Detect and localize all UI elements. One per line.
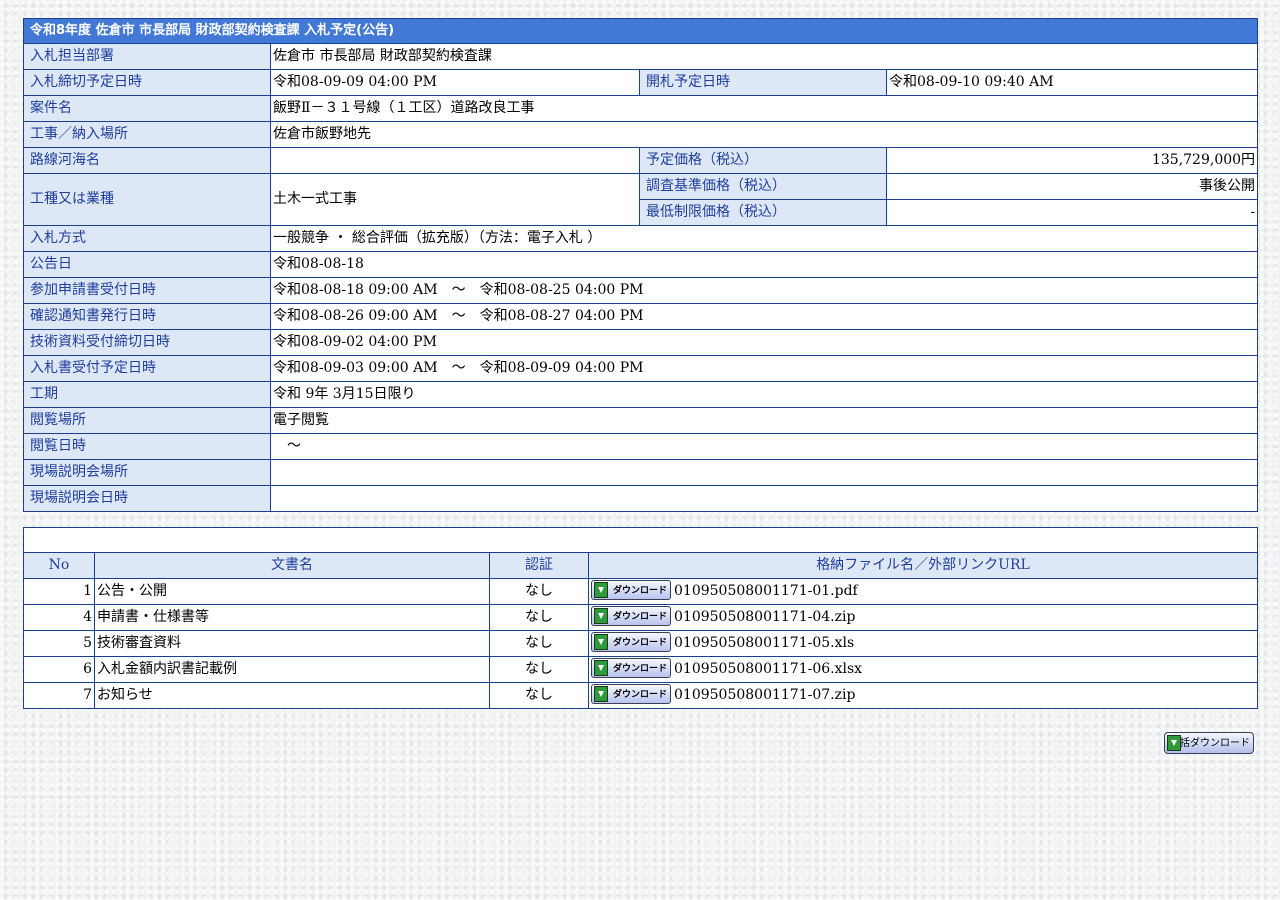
document-row: 5 技術審査資料 なし ダウンロード 010950508001171-05.xls xyxy=(23,630,1259,657)
documents-table: 説明文書等 No 文書名 認証 格納ファイル名／外部リンクURL 1 公告・公開な… xyxy=(22,527,1259,709)
survey-price-value: 事後公開 xyxy=(885,173,1259,200)
opening-label: 開札予定日時 xyxy=(639,69,887,96)
planned-price-value: 135,729,000円 xyxy=(885,147,1259,174)
route-label: 路線河海名 xyxy=(23,147,271,174)
doc-file-cell: ダウンロード 010950508001171-04.zip xyxy=(587,604,1259,631)
application-label: 参加申請書受付日時 xyxy=(23,277,271,304)
doc-no: 4 xyxy=(23,604,95,631)
place-label: 工事／納入場所 xyxy=(23,121,271,148)
notice-date-label: 公告日 xyxy=(23,251,271,278)
briefing-date-label: 現場説明会日時 xyxy=(23,485,271,512)
doc-name: お知らせ xyxy=(94,682,490,709)
col-file-header: 格納ファイル名／外部リンクURL xyxy=(587,552,1259,579)
col-cert-header: 認証 xyxy=(489,552,589,579)
download-button[interactable]: ダウンロード xyxy=(591,605,671,626)
doc-file-cell: ダウンロード 010950508001171-07.zip xyxy=(587,682,1259,709)
method-label: 入札方式 xyxy=(23,225,271,252)
briefing-date-value xyxy=(269,485,1259,512)
doc-file-cell: ダウンロード 010950508001171-01.pdf xyxy=(587,578,1259,605)
doc-no: 1 xyxy=(23,578,95,605)
download-button[interactable]: ダウンロード xyxy=(591,631,671,652)
document-row: 6 入札金額内訳書記載例 なし ダウンロード 010950508001171-06.xl… xyxy=(23,656,1259,683)
download-label: ダウンロード xyxy=(612,585,667,596)
period-label: 工期 xyxy=(23,381,271,408)
opening-value: 令和08-09-10 09:40 AM xyxy=(885,69,1259,96)
dept-value: 佐倉市 市長部局 財政部契約検査課 xyxy=(269,43,1259,70)
col-name-header: 文書名 xyxy=(94,552,490,579)
briefing-place-label: 現場説明会場所 xyxy=(23,459,271,486)
download-button[interactable]: ダウンロード xyxy=(591,579,671,600)
notice-date-value: 令和08-08-18 xyxy=(269,251,1259,278)
deadline-value: 令和08-09-09 04:00 PM xyxy=(270,69,640,96)
view-place-label: 閲覧場所 xyxy=(23,407,271,434)
period-value: 令和 9年 3月15日限り xyxy=(269,381,1259,408)
tech-deadline-label: 技術資料受付締切日時 xyxy=(23,329,271,356)
route-value xyxy=(270,147,640,174)
doc-cert: なし xyxy=(489,578,589,605)
download-label: ダウンロード xyxy=(612,611,667,622)
deadline-label: 入札締切予定日時 xyxy=(23,69,271,96)
bulk-download-label: 一括ダウンロード xyxy=(1170,738,1250,749)
doc-cert: なし xyxy=(489,656,589,683)
method-value: 一般競争 ・ 総合評価（拡充版）（方法：電子入札 ） xyxy=(269,225,1259,252)
doc-filename: 010950508001171-05.xls xyxy=(674,635,855,651)
download-icon xyxy=(594,685,608,702)
planned-price-label: 予定価格（税込） xyxy=(639,147,887,174)
case-name-value: 飯野Ⅱ－３１号線（１工区）道路改良工事 xyxy=(269,95,1259,122)
min-price-label: 最低制限価格（税込） xyxy=(639,199,887,226)
bid-acceptance-value: 令和08-09-03 09:00 AM ～ 令和08-09-09 04:00 P… xyxy=(269,355,1259,382)
doc-cert: なし xyxy=(489,682,589,709)
bid-info-title: 令和8年度 佐倉市 市長部局 財政部契約検査課 入札予定(公告) xyxy=(22,18,1259,44)
bulk-download-button[interactable]: 一括ダウンロード xyxy=(1164,732,1254,754)
document-row: 1 公告・公開 なし ダウンロード 010950508001171-01.pdf xyxy=(23,578,1259,605)
work-type-label: 工種又は業種 xyxy=(23,173,271,226)
doc-name: 技術審査資料 xyxy=(94,630,490,657)
download-label: ダウンロード xyxy=(612,663,667,674)
download-label: ダウンロード xyxy=(612,637,667,648)
document-row: 4 申請書・仕様書等 なし ダウンロード 010950508001171-04.zip xyxy=(23,604,1259,631)
survey-price-label: 調査基準価格（税込） xyxy=(639,173,887,200)
doc-filename: 010950508001171-07.zip xyxy=(674,687,856,703)
download-icon xyxy=(594,659,608,676)
doc-name: 申請書・仕様書等 xyxy=(94,604,490,631)
min-price-value: - xyxy=(885,199,1259,226)
doc-name: 公告・公開 xyxy=(94,578,490,605)
col-no-header: No xyxy=(23,552,95,579)
view-place-value: 電子閲覧 xyxy=(269,407,1259,434)
download-icon xyxy=(594,581,608,598)
download-icon xyxy=(1167,735,1181,751)
case-name-label: 案件名 xyxy=(23,95,271,122)
bid-acceptance-label: 入札書受付予定日時 xyxy=(23,355,271,382)
doc-name: 入札金額内訳書記載例 xyxy=(94,656,490,683)
place-value: 佐倉市飯野地先 xyxy=(269,121,1259,148)
briefing-place-value xyxy=(269,459,1259,486)
doc-no: 6 xyxy=(23,656,95,683)
download-icon xyxy=(594,607,608,624)
doc-file-cell: ダウンロード 010950508001171-05.xls xyxy=(587,630,1259,657)
work-type-value: 土木一式工事 xyxy=(270,173,640,226)
view-date-value: ～ xyxy=(269,433,1259,460)
view-date-label: 閲覧日時 xyxy=(23,433,271,460)
doc-filename: 010950508001171-01.pdf xyxy=(674,583,858,599)
tech-deadline-value: 令和08-09-02 04:00 PM xyxy=(269,329,1259,356)
doc-cert: なし xyxy=(489,604,589,631)
dept-label: 入札担当部署 xyxy=(23,43,271,70)
doc-filename: 010950508001171-06.xlsx xyxy=(674,661,863,677)
documents-title: 説明文書等 xyxy=(22,527,1259,553)
download-button[interactable]: ダウンロード xyxy=(591,683,671,704)
download-label: ダウンロード xyxy=(612,689,667,700)
doc-no: 5 xyxy=(23,630,95,657)
bid-info-table: 令和8年度 佐倉市 市長部局 財政部契約検査課 入札予定(公告) 入札担当部署 … xyxy=(22,18,1259,512)
document-row: 7 お知らせ なし ダウンロード 010950508001171-07.zip xyxy=(23,682,1259,709)
doc-no: 7 xyxy=(23,682,95,709)
confirmation-label: 確認通知書発行日時 xyxy=(23,303,271,330)
confirmation-value: 令和08-08-26 09:00 AM ～ 令和08-08-27 04:00 P… xyxy=(269,303,1259,330)
application-value: 令和08-08-18 09:00 AM ～ 令和08-08-25 04:00 P… xyxy=(269,277,1259,304)
doc-file-cell: ダウンロード 010950508001171-06.xlsx xyxy=(587,656,1259,683)
download-button[interactable]: ダウンロード xyxy=(591,657,671,678)
doc-filename: 010950508001171-04.zip xyxy=(674,609,856,625)
download-icon xyxy=(594,633,608,650)
doc-cert: なし xyxy=(489,630,589,657)
